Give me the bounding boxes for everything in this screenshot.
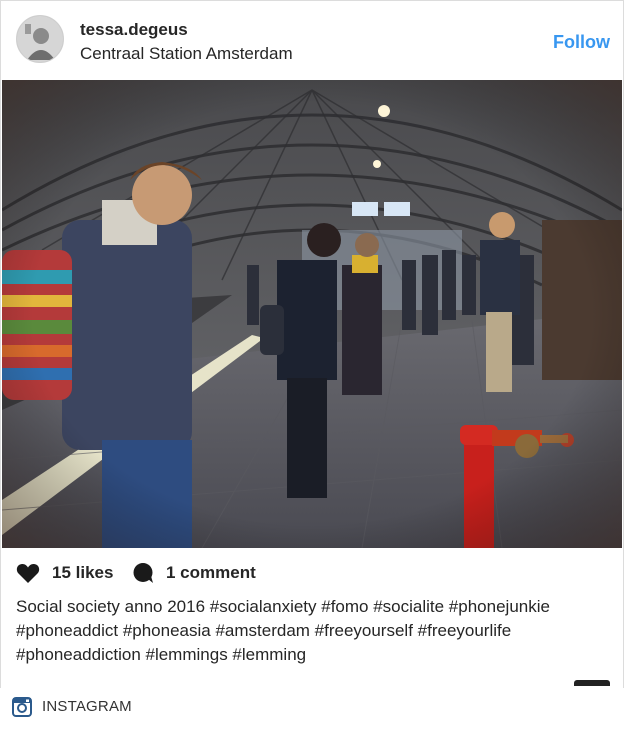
post-actions: 15 likes 1 comment xyxy=(16,562,606,588)
username[interactable]: tessa.degeus xyxy=(80,20,188,40)
comments-count[interactable]: 1 comment xyxy=(166,563,256,583)
post-caption: Social society anno 2016 #socialanxiety … xyxy=(16,595,606,688)
heart-icon[interactable] xyxy=(16,562,40,584)
station-photo-image xyxy=(2,80,622,548)
comment-bubble-icon[interactable] xyxy=(132,562,154,584)
avatar[interactable] xyxy=(16,15,64,63)
instagram-label[interactable]: INSTAGRAM xyxy=(42,698,132,715)
post-photo[interactable] xyxy=(2,80,622,548)
scroll-indicator xyxy=(574,680,610,686)
caption-text: Social society anno 2016 #socialanxiety … xyxy=(16,597,550,664)
embed-footer: INSTAGRAM xyxy=(0,688,624,729)
post-header: tessa.degeus Centraal Station Amsterdam … xyxy=(0,0,624,80)
location[interactable]: Centraal Station Amsterdam xyxy=(80,44,293,64)
comment-action[interactable]: 1 comment xyxy=(132,562,256,584)
avatar-image xyxy=(17,16,63,62)
likes-count[interactable]: 15 likes xyxy=(52,563,113,583)
follow-button[interactable]: Follow xyxy=(553,32,610,53)
instagram-logo-icon[interactable] xyxy=(12,697,32,717)
like-action[interactable]: 15 likes xyxy=(16,562,113,584)
